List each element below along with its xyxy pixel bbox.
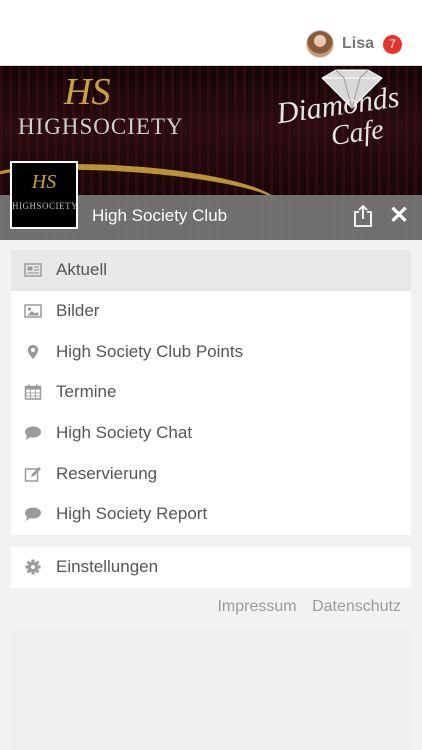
user-menu[interactable]: Lisa 7 [305, 30, 402, 58]
map-pin-icon [27, 344, 39, 359]
side-menu: Aktuell Bilder High Society Club Points … [11, 250, 411, 535]
user-avatar[interactable] [305, 30, 334, 58]
menu-item-reservierung[interactable]: Reservierung [11, 453, 411, 494]
menu-item-label: Aktuell [56, 260, 108, 280]
newspaper-icon [24, 263, 42, 278]
menu-item-label: Termine [56, 382, 117, 402]
notification-badge[interactable]: 7 [383, 34, 402, 54]
settings-menu: Einstellungen [11, 547, 411, 588]
brand-monogram: HS [64, 71, 111, 113]
top-bar: Lisa 7 [0, 0, 422, 66]
edit-icon [24, 466, 41, 482]
club-title: High Society Club [92, 206, 228, 225]
menu-item-chat[interactable]: High Society Chat [11, 413, 411, 454]
impressum-link[interactable]: Impressum [217, 598, 296, 615]
menu-item-aktuell[interactable]: Aktuell [11, 250, 411, 291]
share-icon[interactable] [352, 204, 374, 228]
footer-links: Impressum Datenschutz [217, 598, 401, 616]
club-thumbnail: HS HIGHSOCIETY [10, 161, 78, 229]
menu-item-einstellungen[interactable]: Einstellungen [11, 547, 411, 588]
thumb-monogram: HS [31, 171, 57, 193]
calendar-icon [24, 384, 42, 401]
chat-bubble-icon [25, 426, 41, 441]
user-name[interactable]: Lisa [342, 35, 374, 53]
menu-item-bilder[interactable]: Bilder [11, 291, 411, 332]
menu-item-label: High Society Club Points [56, 341, 244, 361]
gear-icon [25, 559, 41, 575]
menu-item-report[interactable]: High Society Report [11, 494, 411, 535]
brand-left-logo: HIGHSOCIETY [18, 114, 184, 140]
menu-item-club-points[interactable]: High Society Club Points [11, 331, 411, 372]
menu-item-label: High Society Chat [56, 423, 193, 443]
menu-item-label: Einstellungen [56, 557, 159, 577]
datenschutz-link[interactable]: Datenschutz [312, 598, 401, 615]
thumb-text: HIGHSOCIETY [12, 201, 78, 211]
menu-item-label: Bilder [56, 301, 100, 321]
chat-bubble-icon [25, 507, 41, 522]
empty-area [11, 630, 411, 750]
brand-left-text: HIGHSOCIETY [18, 114, 184, 139]
menu-item-termine[interactable]: Termine [11, 372, 411, 413]
close-icon[interactable]: ✕ [389, 203, 409, 229]
menu-item-label: High Society Report [56, 504, 208, 524]
image-icon [24, 304, 42, 318]
menu-item-label: Reservierung [56, 463, 158, 483]
